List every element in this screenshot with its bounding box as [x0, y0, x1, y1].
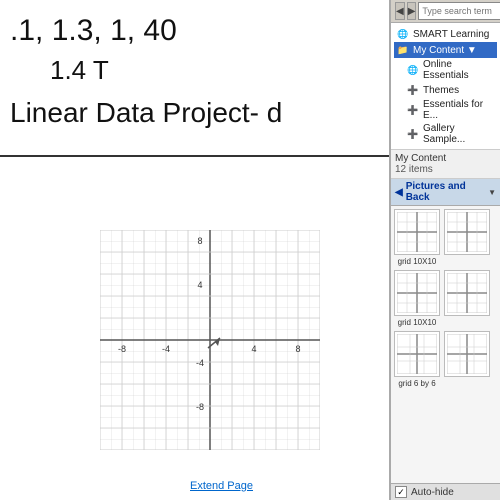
section-header[interactable]: ◀ Pictures and Back ▼ [391, 179, 500, 206]
tree-item-online-essentials[interactable]: 🌐 Online Essentials [394, 58, 497, 82]
thumb-label-5: grid 6 by 6 [398, 379, 435, 388]
expand-icon-3: ➕ [406, 127, 420, 141]
auto-hide-checkbox[interactable]: ✓ [395, 486, 407, 498]
tree-item-my-content[interactable]: 📁 My Content ▼ [394, 42, 497, 58]
svg-text:8: 8 [295, 344, 300, 354]
thumb-item-3[interactable]: grid 10X10 [394, 270, 440, 327]
auto-hide-bar: ✓ Auto-hide [391, 483, 500, 500]
thumb-row-3: grid 6 by 6 [394, 331, 497, 388]
handwritten-content: .1, 1.3, 1, 40 1.4 T Linear Data Project… [10, 10, 282, 133]
svg-text:-8: -8 [118, 344, 126, 354]
themes-label: Themes [423, 85, 459, 96]
thumb-grid-6 [444, 331, 490, 377]
thumb-item-2[interactable] [444, 209, 490, 257]
online-essentials-label: Online Essentials [423, 59, 495, 81]
thumb-item-5[interactable]: grid 6 by 6 [394, 331, 440, 388]
math-line2: 1.4 T [50, 52, 282, 88]
thumb-grid-4 [444, 270, 490, 316]
expand-icon-2: ➕ [406, 103, 420, 117]
expand-icon: ➕ [406, 83, 420, 97]
tree-item-essentials[interactable]: ➕ Essentials for E... [394, 98, 497, 122]
thumb-grid-1 [394, 209, 440, 255]
coordinate-grid: 8 4 -4 -8 -8 -4 4 8 [100, 230, 320, 450]
dropdown-arrow-icon: ▼ [488, 188, 496, 197]
tree-item-smart-learning[interactable]: 🌐 SMART Learning [394, 26, 497, 42]
sidebar-tree: 🌐 SMART Learning 📁 My Content ▼ 🌐 Online… [391, 23, 500, 150]
thumb-item-4[interactable] [444, 270, 490, 318]
search-input[interactable] [418, 2, 500, 20]
math-line1: .1, 1.3, 1, 40 [10, 10, 282, 52]
content-header: My Content 12 items [391, 150, 500, 179]
thumbnail-grid: grid 10X10 [391, 206, 500, 483]
thumb-row-2: grid 10X10 [394, 270, 497, 327]
thumb-item-1[interactable]: grid 10X10 [394, 209, 440, 266]
whiteboard-panel: .1, 1.3, 1, 40 1.4 T Linear Data Project… [0, 0, 390, 500]
thumb-grid-3 [394, 270, 440, 316]
smart-learning-label: SMART Learning [413, 29, 489, 40]
gallery-label: Gallery Sample... [423, 123, 495, 145]
svg-text:-4: -4 [196, 358, 204, 368]
svg-text:-4: -4 [162, 344, 170, 354]
my-content-label: My Content ▼ [413, 45, 477, 56]
thumb-grid-2 [444, 209, 490, 255]
content-count: 12 items [395, 164, 496, 175]
project-title: Linear Data Project- d [10, 93, 282, 132]
smart-sidebar: ◀ ▶ 🌐 SMART Learning 📁 My Content ▼ 🌐 On… [390, 0, 500, 500]
svg-text:8: 8 [197, 236, 202, 246]
divider-line [0, 155, 390, 157]
content-title: My Content [395, 153, 496, 164]
thumb-label-3: grid 10X10 [398, 318, 437, 327]
forward-button[interactable]: ▶ [407, 2, 417, 20]
essentials-label: Essentials for E... [423, 99, 495, 121]
svg-text:4: 4 [197, 280, 202, 290]
thumb-row-1: grid 10X10 [394, 209, 497, 266]
svg-text:-8: -8 [196, 402, 204, 412]
section-title: Pictures and Back [406, 181, 485, 203]
extend-page-link[interactable]: Extend Page [190, 480, 253, 492]
thumb-grid-5 [394, 331, 440, 377]
svg-text:4: 4 [251, 344, 256, 354]
thumb-item-6[interactable] [444, 331, 490, 379]
tree-item-themes[interactable]: ➕ Themes [394, 82, 497, 98]
tree-item-gallery[interactable]: ➕ Gallery Sample... [394, 122, 497, 146]
back-button[interactable]: ◀ [395, 2, 405, 20]
auto-hide-label: Auto-hide [411, 487, 454, 498]
globe-icon-2: 🌐 [406, 63, 420, 77]
globe-icon: 🌐 [396, 27, 410, 41]
section-collapse-icon: ◀ [395, 187, 403, 198]
folder-icon: 📁 [396, 43, 410, 57]
thumb-label-1: grid 10X10 [398, 257, 437, 266]
sidebar-toolbar: ◀ ▶ [391, 0, 500, 23]
